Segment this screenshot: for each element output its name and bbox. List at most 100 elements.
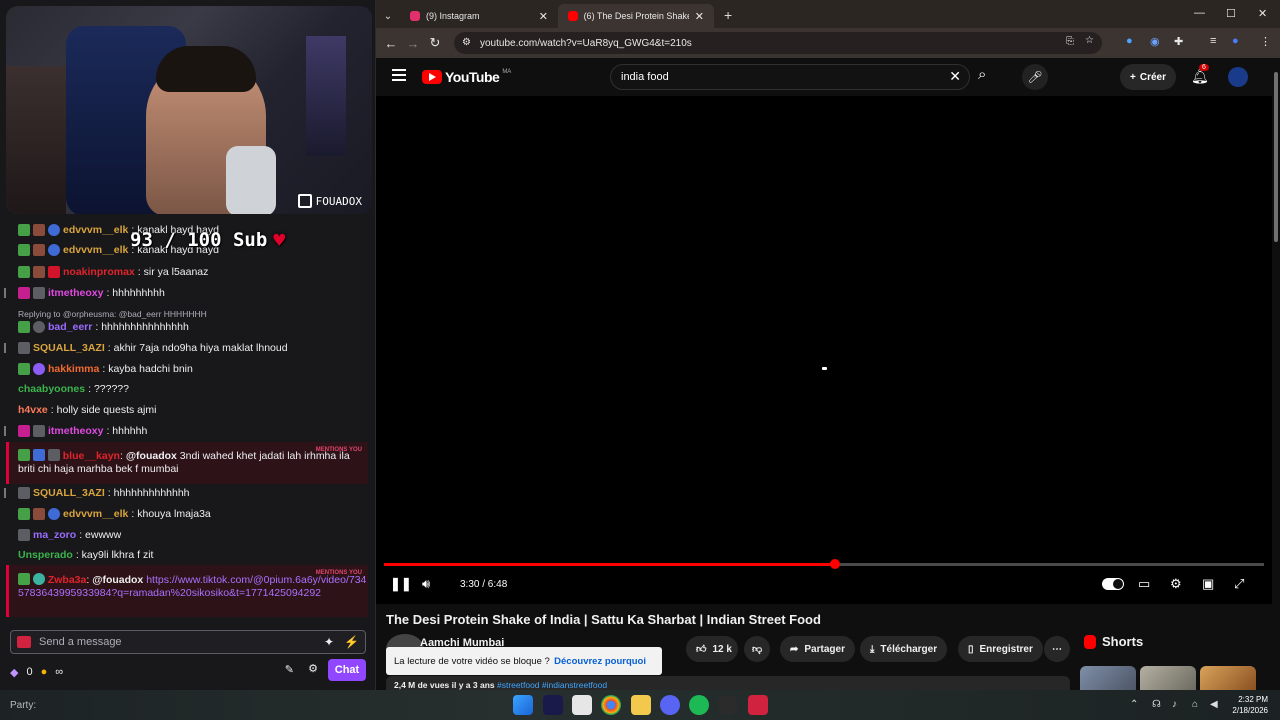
short-thumbnail[interactable] bbox=[1140, 666, 1196, 690]
chat-username[interactable]: edvvvm__elk bbox=[63, 508, 128, 521]
search-icon[interactable]: ⌕ bbox=[978, 66, 986, 83]
chrome-menu-icon[interactable]: ⋮ bbox=[1260, 35, 1271, 48]
video-player[interactable]: ❚❚ 🔊︎ 3:30 / 6:48 ▭ ⚙ ▣ ⤢ bbox=[376, 96, 1272, 604]
extension-shield-icon[interactable]: ● bbox=[1126, 35, 1133, 47]
bits-icon[interactable] bbox=[17, 636, 31, 648]
discord-icon[interactable] bbox=[660, 695, 680, 715]
capcut-icon[interactable] bbox=[572, 695, 592, 715]
channel-points-icon[interactable]: ◆ bbox=[10, 666, 18, 679]
chat-username[interactable]: chaabyoones bbox=[18, 383, 85, 396]
chat-input-placeholder: Send a message bbox=[39, 636, 122, 648]
chat-username[interactable]: hakkimma bbox=[48, 363, 99, 376]
tab-youtube[interactable]: (6) The Desi Protein Shake of Ir ✕ bbox=[558, 4, 714, 28]
app-red-icon[interactable] bbox=[748, 695, 768, 715]
sub-tier-badge-icon bbox=[33, 266, 45, 278]
chat-send-button[interactable]: Chat bbox=[328, 659, 366, 681]
scrollbar-thumb[interactable] bbox=[1274, 72, 1278, 242]
save-button[interactable]: ▯ Enregistrer bbox=[958, 636, 1043, 662]
chat-username[interactable]: Unsperado bbox=[18, 549, 73, 562]
hashtags[interactable]: #streetfood #indianstreetfood bbox=[497, 680, 607, 690]
chat-username[interactable]: SQUALL_3AZI bbox=[33, 487, 105, 500]
chat-username[interactable]: noakinpromax bbox=[63, 266, 135, 279]
subtitles-icon[interactable]: ▭ bbox=[1138, 576, 1150, 592]
theater-mode-icon[interactable]: ▣ bbox=[1202, 576, 1214, 592]
search-input[interactable]: india food ✕ bbox=[610, 64, 970, 90]
settings-icon[interactable]: ⚙ bbox=[1170, 576, 1182, 592]
forward-icon[interactable]: → bbox=[402, 36, 424, 51]
share-button[interactable]: ➦ Partager bbox=[780, 636, 855, 662]
network-icon[interactable]: ⌂ bbox=[1192, 699, 1198, 710]
short-thumbnail[interactable] bbox=[1080, 666, 1136, 690]
youtube-logo[interactable]: YouTube MA bbox=[422, 69, 511, 85]
back-icon[interactable]: ← bbox=[380, 36, 402, 51]
autoplay-toggle[interactable] bbox=[1102, 578, 1124, 590]
obs-icon[interactable] bbox=[718, 695, 738, 715]
account-avatar[interactable] bbox=[1228, 67, 1248, 87]
progress-bar[interactable] bbox=[384, 559, 1264, 569]
reload-icon[interactable]: ↻ bbox=[424, 35, 446, 51]
chat-message-input[interactable]: Send a message ✦ ⚡ bbox=[10, 630, 366, 654]
profile-icon[interactable]: ● bbox=[1232, 35, 1239, 47]
clear-search-icon[interactable]: ✕ bbox=[949, 68, 961, 85]
volume-icon[interactable]: 🔊︎ bbox=[422, 576, 430, 592]
voice-search-icon[interactable]: 🎤︎ bbox=[1022, 64, 1048, 90]
menu-hamburger-icon[interactable] bbox=[392, 69, 406, 84]
mention-text[interactable]: @fouadox bbox=[126, 450, 177, 462]
pause-icon[interactable]: ❚❚ bbox=[390, 576, 412, 592]
extension-audio-icon[interactable]: ◉ bbox=[1150, 35, 1160, 48]
emote-picker-icon[interactable]: ✦ bbox=[324, 635, 334, 649]
page-scrollbar[interactable] bbox=[1272, 58, 1280, 690]
scrubber-handle[interactable] bbox=[830, 559, 841, 569]
speaker-tray-icon[interactable]: ◀ bbox=[1210, 699, 1218, 710]
site-info-icon[interactable]: ⚙ bbox=[462, 37, 474, 49]
window-close-icon[interactable]: ✕ bbox=[1258, 7, 1267, 20]
short-thumbnail[interactable] bbox=[1200, 666, 1256, 690]
chat-username[interactable]: bad_eerr bbox=[48, 321, 92, 334]
address-bar[interactable]: ⚙ youtube.com/watch?v=UaR8yq_GWG4&t=210s… bbox=[454, 32, 1102, 54]
reading-list-icon[interactable]: ≡ bbox=[1210, 35, 1216, 47]
dislike-button[interactable]: 👎︎ bbox=[744, 636, 771, 662]
chat-username[interactable]: edvvvm__elk bbox=[63, 224, 128, 237]
chrome-taskbar-icon[interactable] bbox=[601, 695, 621, 715]
bookmark-star-icon[interactable]: ☆ bbox=[1085, 35, 1094, 46]
chat-username[interactable]: Zwba3a bbox=[48, 574, 87, 586]
download-button[interactable]: ⤓ Télécharger bbox=[860, 636, 948, 662]
chat-username[interactable]: ma_zoro bbox=[33, 529, 76, 542]
file-explorer-icon[interactable] bbox=[631, 695, 651, 715]
tab-close-icon[interactable]: ✕ bbox=[539, 10, 548, 23]
chat-username[interactable]: SQUALL_3AZI bbox=[33, 342, 105, 355]
mic-tray-icon[interactable]: ♪ bbox=[1172, 699, 1177, 710]
create-button[interactable]: + Créer bbox=[1120, 64, 1176, 90]
tab-close-icon[interactable]: ✕ bbox=[695, 10, 704, 23]
clock[interactable]: 2:32 PM 2/18/2026 bbox=[1232, 694, 1268, 716]
tab-instagram[interactable]: (9) Instagram ✕ bbox=[400, 4, 558, 28]
settings-gear-icon[interactable]: ⚙ bbox=[308, 662, 318, 675]
new-tab-icon[interactable]: + bbox=[714, 7, 742, 28]
thread-marker bbox=[4, 288, 12, 298]
maximize-icon[interactable]: ☐ bbox=[1226, 7, 1236, 20]
premiere-pro-icon[interactable] bbox=[543, 695, 563, 715]
like-button[interactable]: 👍︎ 12 k bbox=[686, 636, 738, 662]
mention-text[interactable]: @fouadox bbox=[92, 574, 143, 586]
windows-start-icon[interactable] bbox=[513, 695, 533, 715]
fullscreen-icon[interactable]: ⤢ bbox=[1234, 576, 1244, 592]
chat-username[interactable]: edvvvm__elk bbox=[63, 244, 128, 257]
description-box[interactable]: 2,4 M de vues il y a 3 ans #streetfood #… bbox=[386, 676, 1070, 690]
chat-username[interactable]: itmetheoxy bbox=[48, 287, 103, 300]
learn-why-link[interactable]: Découvrez pourquoi bbox=[554, 656, 646, 667]
more-actions-button[interactable]: ⋯ bbox=[1044, 636, 1070, 662]
bits-balance-icon[interactable]: ● bbox=[41, 666, 48, 678]
chat-username[interactable]: itmetheoxy bbox=[48, 425, 103, 438]
chat-username[interactable]: blue__kayn bbox=[63, 450, 120, 462]
spotify-icon[interactable] bbox=[689, 695, 709, 715]
minimize-icon[interactable]: — bbox=[1194, 7, 1205, 19]
headset-icon[interactable]: ☊ bbox=[1152, 699, 1161, 710]
notifications-bell-icon[interactable]: 🔔︎ 6 bbox=[1191, 64, 1209, 85]
install-app-icon[interactable]: ⎘ bbox=[1066, 36, 1074, 47]
tray-overflow-icon[interactable]: ⌃ bbox=[1130, 699, 1138, 710]
tab-search-icon[interactable]: ⌄ bbox=[376, 11, 400, 28]
chat-username[interactable]: h4vxe bbox=[18, 404, 48, 417]
extension-icon[interactable]: ⚡ bbox=[344, 635, 359, 649]
pin-icon[interactable]: ✎ bbox=[285, 663, 294, 676]
extensions-puzzle-icon[interactable]: ✚ bbox=[1174, 35, 1183, 48]
